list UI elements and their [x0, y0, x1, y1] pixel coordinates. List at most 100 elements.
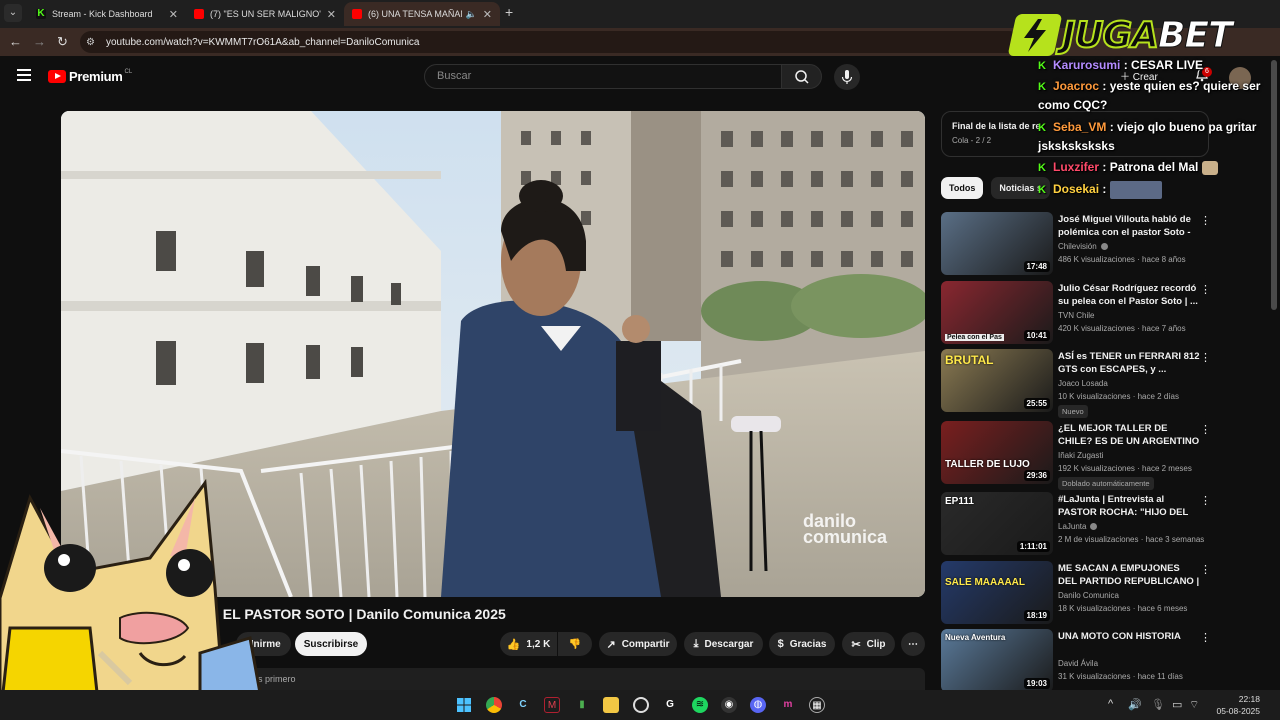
back-arrow-icon[interactable]: ← — [9, 34, 22, 49]
video-thumbnail[interactable]: Pelea con el Pas 10:41 — [941, 281, 1053, 344]
chrome-icon[interactable] — [486, 697, 502, 713]
duration-badge: 25:55 — [1023, 398, 1050, 409]
recommendation-item[interactable]: EP111 1:11:01 #LaJunta | Entrevista al P… — [941, 492, 1211, 556]
new-tab-button[interactable]: + — [505, 4, 513, 20]
more-icon: ⋯ — [908, 638, 918, 650]
video-thumbnail[interactable]: Nueva Aventura 19:03 — [941, 629, 1053, 692]
video-thumbnail[interactable]: TALLER DE LUJO 29:36 — [941, 421, 1053, 484]
kick-icon: K — [36, 8, 46, 19]
chat-message: K Karurosumi : CESAR LIVE — [1038, 58, 1204, 72]
video-thumbnail[interactable]: EP111 1:11:01 — [941, 492, 1053, 555]
tab-kick-dashboard[interactable]: K Stream - Kick Dashboard ✕ — [28, 2, 186, 26]
app-m2-icon[interactable]: m — [780, 697, 796, 713]
country-code: CL — [124, 68, 133, 75]
logo-text: Premium — [69, 69, 123, 84]
url-field[interactable]: ⚙ youtube.com/watch?v=KWMMT7rO61A&ab_cha… — [80, 31, 1020, 53]
app-document-icon[interactable]: ▮ — [574, 697, 590, 713]
more-options-icon[interactable]: ⋮ — [1200, 214, 1211, 227]
channel-name[interactable]: Iñaki Zugasti — [1058, 451, 1103, 460]
download-button[interactable]: ⤓ Descargar — [684, 632, 763, 656]
app-stream-icon[interactable]: ▦ — [809, 697, 825, 713]
microphone-tray-icon[interactable]: 🎙 — [1151, 698, 1165, 711]
video-title[interactable]: ASÍ es TENER un FERRARI 812 GTS con ESCA… — [1058, 350, 1200, 376]
tab-villouta-video[interactable]: (7) "ES UN SER MALIGNO": Villo ✕ — [186, 2, 344, 26]
more-options-icon[interactable]: ⋮ — [1200, 563, 1211, 576]
video-thumbnail[interactable]: BRUTAL 25:55 — [941, 349, 1053, 412]
more-options-icon[interactable]: ⋮ — [1200, 494, 1211, 507]
chat-message: K Dosekai : — [1038, 180, 1268, 199]
scrollbar-thumb[interactable] — [1271, 60, 1277, 310]
recommendation-item[interactable]: SALE MAAAAAL 18:19 ME SACAN A EMPUJONES … — [941, 561, 1211, 625]
video-thumbnail[interactable]: 17:48 — [941, 212, 1053, 275]
chevron-up-icon[interactable]: ^ — [1108, 698, 1113, 710]
video-thumbnail[interactable]: SALE MAAAAAL 18:19 — [941, 561, 1053, 624]
video-title[interactable]: #LaJunta | Entrevista al PASTOR ROCHA: "… — [1058, 493, 1200, 519]
more-options-icon[interactable]: ⋮ — [1200, 283, 1211, 296]
comments-sort-bar[interactable]: ros primero — [210, 668, 925, 690]
emote-image-icon — [1109, 180, 1162, 199]
video-title[interactable]: ¿EL MEJOR TALLER DE CHILE? ES DE UN ARGE… — [1058, 422, 1200, 448]
channel-name[interactable]: Chilevisión — [1058, 242, 1097, 251]
thumbs-down-icon: 👎 — [568, 638, 582, 650]
youtube-logo[interactable]: Premium CL — [48, 69, 132, 84]
clip-button[interactable]: ✂ Clip — [842, 632, 895, 656]
menu-icon[interactable] — [17, 69, 31, 81]
app-m-icon[interactable]: M — [544, 697, 560, 713]
close-tab-icon[interactable]: ✕ — [327, 8, 336, 21]
speaker-icon[interactable]: 🔈 — [466, 9, 477, 20]
more-actions-button[interactable]: ⋯ — [901, 632, 925, 656]
recommendation-item[interactable]: TALLER DE LUJO 29:36 ¿EL MEJOR TALLER DE… — [941, 421, 1211, 490]
search-input[interactable]: Buscar — [424, 64, 782, 89]
discord-icon[interactable]: ◍ — [750, 697, 766, 713]
volume-icon[interactable]: 🔊 — [1128, 698, 1142, 711]
video-title[interactable]: Julio César Rodríguez recordó su pelea c… — [1058, 282, 1200, 308]
channel-name[interactable]: TVN Chile — [1058, 311, 1094, 320]
search-icon — [795, 70, 809, 84]
download-label: Descargar — [704, 638, 754, 650]
ccleaner-icon[interactable]: C — [515, 697, 531, 713]
capcut-icon[interactable]: G — [662, 697, 678, 713]
channel-name[interactable]: LaJunta — [1058, 522, 1086, 531]
subscribe-button[interactable]: Suscribirse — [295, 632, 367, 656]
site-info-icon[interactable]: ⚙ — [86, 37, 100, 48]
recommendation-item[interactable]: 17:48 José Miguel Villouta habló de polé… — [941, 212, 1211, 276]
video-title[interactable]: ME SACAN A EMPUJONES DEL PARTIDO REPUBLI… — [1058, 562, 1200, 588]
thanks-button[interactable]: $ Gracias — [769, 632, 835, 656]
tab-current-video[interactable]: (6) UNA TENSA MAÑANA C 🔈 ✕ — [344, 2, 500, 26]
dislike-button[interactable]: 👎 — [558, 632, 592, 656]
forward-arrow-icon[interactable]: → — [33, 34, 46, 49]
spotify-icon[interactable]: ≋ — [692, 697, 708, 713]
video-title[interactable]: UNA MOTO CON HISTORIA — [1058, 630, 1200, 656]
channel-name[interactable]: Joaco Losada — [1058, 379, 1108, 388]
page-scrollbar[interactable] — [1270, 60, 1278, 688]
recommendation-item[interactable]: BRUTAL 25:55 ASÍ es TENER un FERRARI 812… — [941, 349, 1211, 418]
windows-start-icon[interactable] — [456, 697, 472, 713]
recommendation-item[interactable]: Pelea con el Pas 10:41 Julio César Rodrí… — [941, 281, 1211, 345]
recommendation-item[interactable]: Nueva Aventura 19:03 UNA MOTO CON HISTOR… — [941, 629, 1211, 693]
network-icon[interactable]: ▭ — [1172, 698, 1182, 711]
search-button[interactable] — [781, 64, 822, 89]
view-stats: 192 K visualizaciones · hace 2 meses — [1058, 464, 1192, 473]
tab-search-icon[interactable]: ⌄ — [4, 4, 22, 22]
scissors-icon: ✂ — [851, 638, 861, 651]
reload-icon[interactable]: ↻ — [57, 34, 68, 50]
voice-search-button[interactable] — [834, 64, 860, 90]
more-options-icon[interactable]: ⋮ — [1200, 423, 1211, 436]
close-tab-icon[interactable]: ✕ — [169, 8, 178, 21]
wifi-icon[interactable]: ⌔ — [1189, 698, 1199, 712]
kick-icon: K — [1038, 122, 1046, 134]
obs-icon[interactable] — [633, 697, 649, 713]
chip-all[interactable]: Todos — [941, 177, 984, 199]
channel-name[interactable]: Danilo Comunica — [1058, 591, 1119, 600]
folder-icon[interactable] — [603, 697, 619, 713]
video-title[interactable]: José Miguel Villouta habló de polémica c… — [1058, 213, 1200, 239]
channel-name[interactable]: David Ávila — [1058, 659, 1098, 668]
system-clock[interactable]: 22:18 05-08-2025 — [1204, 693, 1260, 717]
close-tab-icon[interactable]: ✕ — [483, 8, 492, 21]
more-options-icon[interactable]: ⋮ — [1200, 631, 1211, 644]
like-button[interactable]: 👍 1,2 K — [500, 632, 557, 656]
share-button[interactable]: ↗ Compartir — [599, 632, 677, 656]
steam-icon[interactable]: ◉ — [721, 697, 737, 713]
more-options-icon[interactable]: ⋮ — [1200, 351, 1211, 364]
clock-time: 22:18 — [1238, 694, 1260, 704]
